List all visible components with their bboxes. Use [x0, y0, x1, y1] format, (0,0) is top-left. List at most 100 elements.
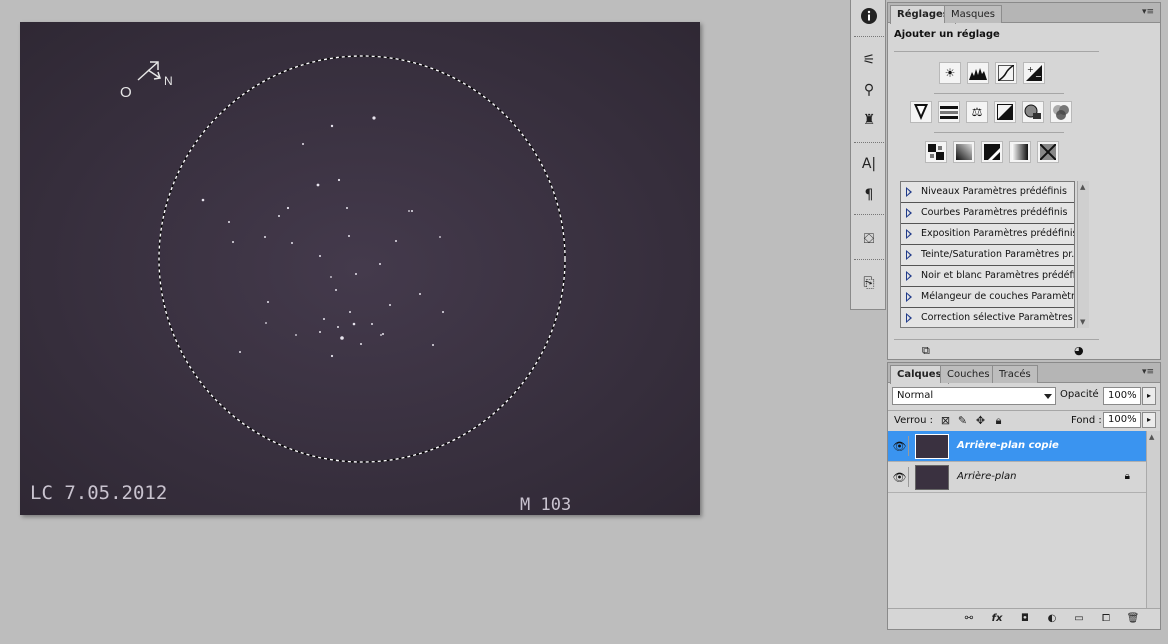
link-layers-icon[interactable]: ⚯	[960, 612, 978, 626]
fill-input[interactable]: 100%	[1103, 412, 1141, 428]
expand-triangle-icon[interactable]	[906, 292, 912, 302]
tool-presets-icon[interactable]: ♜	[857, 109, 881, 131]
eye-icon[interactable]: 👁︎	[891, 467, 909, 487]
trash-icon[interactable]: 🗑︎	[1124, 612, 1142, 626]
curves-icon[interactable]	[995, 62, 1017, 84]
layer-thumbnail	[915, 434, 949, 459]
expand-triangle-icon[interactable]	[906, 250, 912, 260]
preset-item[interactable]: Niveaux Paramètres prédéfinis	[901, 182, 1074, 203]
star-dot	[382, 333, 384, 335]
layer-name[interactable]: Arrière-plan copie	[957, 440, 1059, 451]
panel-menu-icon[interactable]: ▾≡	[1142, 367, 1154, 377]
info-icon[interactable]	[857, 5, 881, 27]
scroll-up-icon[interactable]: ▲	[1149, 433, 1154, 441]
tool-strip-separator	[854, 214, 884, 216]
levels-icon[interactable]	[967, 62, 989, 84]
adjustments-tabbar: Réglages Masques ▾≡	[888, 3, 1160, 24]
threshold-icon[interactable]	[981, 141, 1003, 163]
preset-item[interactable]: Noir et blanc Paramètres prédéfi...	[901, 266, 1074, 287]
3d-icon[interactable]: ⛋	[857, 228, 881, 250]
layer-row-background[interactable]: 👁︎ Arrière-plan 🔒︎	[888, 462, 1146, 493]
invert-icon[interactable]	[925, 141, 947, 163]
star-dot	[330, 276, 332, 278]
brush-settings-icon[interactable]: ⚟	[857, 49, 881, 71]
layers-scrollbar[interactable]: ▲	[1146, 431, 1160, 608]
eye-icon[interactable]: 👁︎	[891, 436, 909, 456]
photo-filter-icon[interactable]	[1022, 101, 1044, 123]
vibrance-icon[interactable]	[910, 101, 932, 123]
exposure-icon[interactable]: + −	[1023, 62, 1045, 84]
star-dot	[439, 236, 441, 238]
footer-divider	[894, 339, 1099, 340]
star-dot	[316, 183, 320, 187]
black-white-icon[interactable]	[994, 101, 1016, 123]
new-layer-icon[interactable]: ⧠	[1097, 612, 1115, 626]
opacity-label: Opacité :	[1060, 389, 1106, 400]
star-dot	[330, 124, 334, 128]
clip-to-layer-icon[interactable]: ⧉	[922, 344, 930, 358]
lock-transparency-icon[interactable]: ⊠	[939, 414, 952, 427]
hue-saturation-icon[interactable]	[938, 101, 960, 123]
brightness-contrast-icon[interactable]: ☀	[939, 62, 961, 84]
selective-color-icon[interactable]	[1037, 141, 1059, 163]
star-dot	[419, 293, 421, 295]
clone-source-icon[interactable]: ⚲	[857, 79, 881, 101]
star-dot	[201, 198, 205, 202]
star-dot	[286, 206, 290, 210]
preset-item[interactable]: Exposition Paramètres prédéfinis	[901, 224, 1074, 245]
expand-triangle-icon[interactable]	[906, 313, 912, 323]
character-icon[interactable]: A|	[857, 153, 881, 175]
add-mask-icon[interactable]: ◘	[1016, 612, 1034, 626]
canvas-drawing: O N LC 7.05.2012 M 103	[20, 22, 700, 515]
star-dot	[302, 143, 304, 145]
star-dot	[352, 322, 356, 326]
visibility-toggle-icon[interactable]: ◕	[1074, 344, 1084, 357]
sketch-date-label: LC 7.05.2012	[30, 482, 167, 504]
tool-strip-separator	[854, 142, 884, 144]
tab-traces[interactable]: Tracés	[992, 365, 1038, 383]
opacity-slider-button[interactable]: ▸	[1142, 387, 1156, 405]
presets-scrollbar[interactable]: ▲ ▼	[1077, 181, 1089, 328]
opacity-input[interactable]: 100%	[1103, 387, 1141, 405]
lock-all-icon[interactable]: 🔒︎	[992, 414, 1005, 427]
gradient-map-icon[interactable]	[1009, 141, 1031, 163]
layer-row-background-copy[interactable]: 👁︎ Arrière-plan copie	[888, 431, 1146, 462]
channel-mixer-icon[interactable]	[1050, 101, 1072, 123]
title-divider	[894, 51, 1099, 52]
star-dot	[337, 178, 341, 182]
preset-item[interactable]: Teinte/Saturation Paramètres pr...	[901, 245, 1074, 266]
document-canvas[interactable]: O N LC 7.05.2012 M 103	[20, 22, 700, 515]
layer-name[interactable]: Arrière-plan	[957, 471, 1016, 482]
lock-pixels-icon[interactable]: ✎	[956, 414, 969, 427]
paragraph-icon[interactable]: ¶	[857, 184, 881, 206]
expand-triangle-icon[interactable]	[906, 187, 912, 197]
expand-triangle-icon[interactable]	[906, 229, 912, 239]
expand-triangle-icon[interactable]	[906, 271, 912, 281]
layer-style-icon[interactable]: fx	[988, 612, 1006, 626]
panel-menu-icon[interactable]: ▾≡	[1142, 7, 1154, 17]
star-dot	[380, 334, 382, 336]
lock-icon: 🔒︎	[1124, 471, 1130, 482]
compass-east-label: O	[120, 84, 132, 101]
star-dot	[360, 343, 362, 345]
scroll-down-icon[interactable]: ▼	[1080, 318, 1085, 326]
expand-triangle-icon[interactable]	[906, 208, 912, 218]
fill-slider-button[interactable]: ▸	[1142, 412, 1156, 428]
tab-couches[interactable]: Couches	[940, 365, 997, 383]
scroll-up-icon[interactable]: ▲	[1080, 183, 1085, 191]
adjustment-layer-icon[interactable]: ◐	[1043, 612, 1061, 626]
posterize-icon[interactable]	[953, 141, 975, 163]
star-dot	[239, 351, 241, 353]
new-group-icon[interactable]: ▭	[1070, 612, 1088, 626]
color-balance-icon[interactable]: ⚖	[966, 101, 988, 123]
star-dot	[346, 207, 348, 209]
lock-position-icon[interactable]: ✥	[974, 414, 987, 427]
preset-item[interactable]: Mélangeur de couches Paramètr...	[901, 287, 1074, 308]
star-dot	[349, 311, 351, 313]
preset-item[interactable]: Correction sélective Paramètres ...	[901, 308, 1074, 327]
star-dot	[323, 318, 325, 320]
tab-masques[interactable]: Masques	[944, 5, 1003, 23]
preset-item[interactable]: Courbes Paramètres prédéfinis	[901, 203, 1074, 224]
history-icon[interactable]: ⎘	[857, 272, 881, 294]
blend-mode-select[interactable]: Normal	[892, 387, 1056, 405]
